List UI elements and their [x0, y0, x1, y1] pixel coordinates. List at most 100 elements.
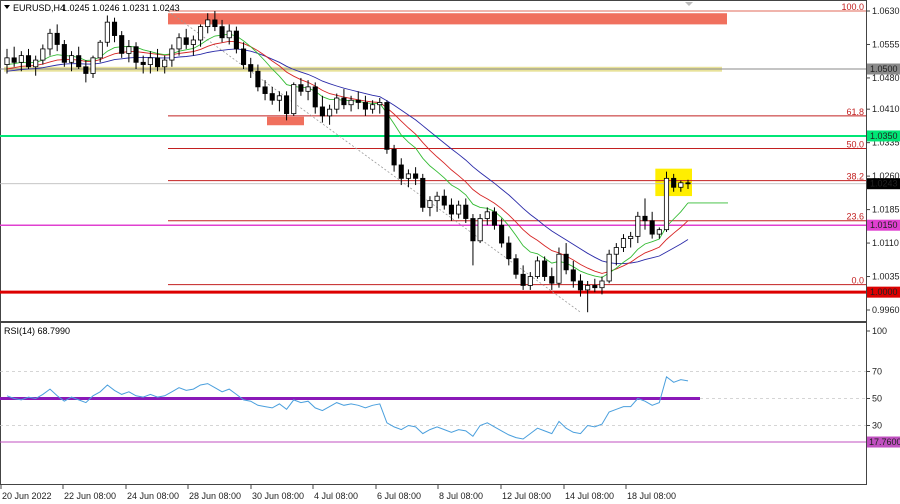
candle-body [477, 218, 483, 242]
candle-body [413, 173, 419, 179]
candle [663, 171, 670, 232]
rsi-y-tick-label: 70 [872, 367, 882, 377]
x-tick-label: 22 Jun 08:00 [64, 491, 116, 501]
candle-body [420, 177, 426, 208]
x-tick-label: 20 Jun 2022 [2, 491, 52, 501]
candle-body [592, 285, 598, 289]
y-tick-label: 1.0110 [872, 238, 899, 248]
x-tick-label: 30 Jun 08:00 [252, 491, 304, 501]
candle-body [327, 108, 333, 117]
candle-body [484, 211, 490, 219]
rsi-label: RSI(14) 68.7990 [4, 326, 70, 336]
candle-body [685, 182, 691, 185]
candle-body [284, 95, 290, 115]
candle-body [25, 55, 32, 68]
candle-body [671, 177, 677, 188]
y-tick-label: 1.0555 [872, 39, 900, 49]
rsi-level-label: 17.7600 [869, 437, 900, 447]
candle-body [140, 61, 146, 65]
candle-body [241, 48, 247, 65]
candle-body [570, 269, 576, 282]
price-label: 1.0150 [870, 220, 898, 230]
y-tick-label: 1.0410 [872, 104, 900, 114]
candle-body [441, 195, 447, 206]
candle-body [154, 57, 161, 68]
y-tick-label: 1.0630 [872, 6, 900, 16]
candle-body [341, 97, 347, 106]
candle-body [398, 164, 404, 179]
candle-body [563, 253, 569, 271]
rsi-y-tick-label: 30 [872, 421, 882, 431]
candle-body [169, 48, 175, 61]
candle-body [18, 55, 24, 63]
candle-body [147, 57, 153, 65]
fib-label-23-6: 23.6 [846, 212, 864, 222]
candle-body [312, 86, 318, 108]
candle-body [83, 66, 89, 74]
candle [477, 214, 483, 244]
candle-body [54, 32, 60, 45]
candle-body [262, 86, 268, 94]
candle-body [33, 59, 39, 68]
candle-body [470, 218, 476, 242]
candle-body [656, 229, 662, 235]
candle-body [370, 104, 376, 110]
candle-body [298, 84, 304, 92]
candle-body [76, 55, 82, 68]
candle-body [162, 59, 168, 68]
candle-body [513, 258, 519, 275]
resistance-zone [168, 13, 727, 25]
candle-body [248, 64, 254, 72]
chart-window: 100.0 61.8 50.0 38.2 23.6 0.0 1.0630 1.0555 1.0… [0, 0, 900, 504]
candle-body [133, 46, 139, 63]
candle-body [40, 48, 46, 61]
candle-body [190, 39, 196, 45]
candle [420, 173, 426, 212]
candle-body [183, 37, 189, 45]
candle-body [334, 97, 340, 110]
candle-body [212, 19, 218, 28]
candle-body [305, 86, 311, 92]
candle-body [663, 177, 670, 231]
rsi-panel-frame [0, 322, 867, 485]
chart-canvas: 100.0 61.8 50.0 38.2 23.6 0.0 1.0630 1.0555 1.0… [0, 0, 900, 501]
fib-label-61-8: 61.8 [846, 107, 864, 117]
candle-body [434, 195, 440, 202]
candle-body [628, 235, 634, 239]
price-label: 1.0500 [870, 64, 898, 74]
candle-body [556, 253, 562, 284]
candle-body [104, 21, 110, 43]
candle-body [427, 200, 433, 208]
price-label: 1.0000 [870, 287, 898, 297]
candle-body [226, 30, 232, 39]
pink-block [267, 116, 304, 126]
candle-body [405, 173, 411, 179]
candle-body [391, 148, 397, 166]
candle [291, 82, 297, 116]
fib-label-0-0: 0.0 [851, 276, 864, 286]
candle-body [219, 26, 225, 39]
candle-body [613, 247, 619, 255]
candle-body [276, 95, 282, 101]
fib-label-100-0: 100.0 [841, 2, 864, 12]
candle-body [119, 35, 125, 54]
candle-body [291, 84, 297, 115]
candle-body [269, 93, 275, 101]
price-label: 1.0243 [870, 179, 898, 189]
rsi-y-tick-label: 100 [872, 326, 887, 336]
x-tick-label: 28 Jun 08:00 [189, 491, 241, 501]
candle-body [61, 44, 67, 63]
price-label: 1.0350 [870, 131, 898, 141]
candle-body [678, 182, 684, 188]
y-tick-label: 0.9960 [872, 305, 900, 315]
candle-body [68, 55, 75, 63]
candle-body [97, 41, 103, 59]
candle-body [642, 215, 648, 222]
rsi-y-tick-label: 50 [872, 394, 882, 404]
candle-body [606, 253, 612, 282]
fib-label-50-0: 50.0 [846, 139, 864, 149]
candle-body [384, 102, 390, 150]
x-tick-label: 24 Jun 08:00 [127, 491, 179, 501]
candle-body [635, 215, 641, 237]
candle-body [197, 26, 204, 41]
